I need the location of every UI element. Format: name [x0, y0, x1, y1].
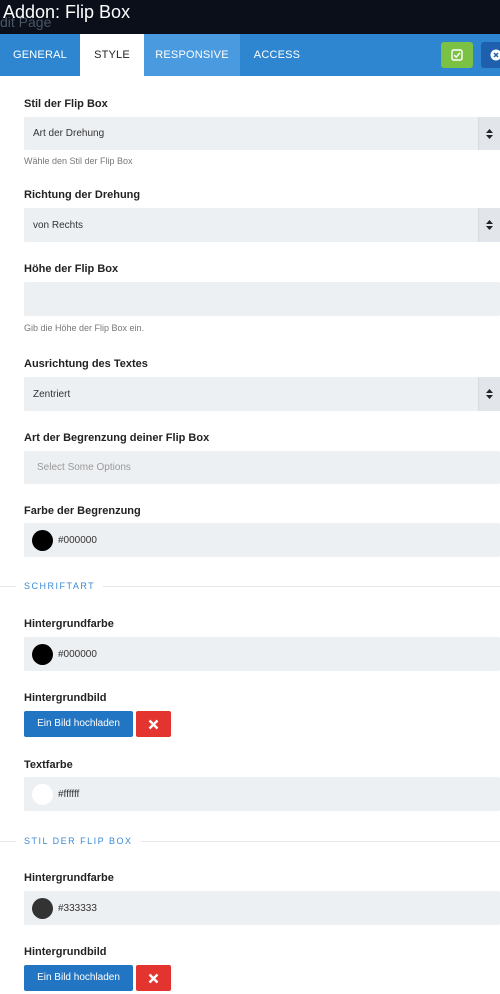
- section-title-back: STIL DER FLIP BOX: [24, 836, 141, 846]
- front-text-color-swatch[interactable]: [32, 783, 53, 805]
- sort-arrows-icon: [478, 117, 500, 150]
- sort-arrows-icon: [478, 208, 500, 242]
- modal-title: Addon: Flip Box: [3, 2, 131, 22]
- back-remove-image-button[interactable]: [136, 965, 171, 991]
- border-color-swatch[interactable]: [32, 529, 53, 551]
- flipbox-height-help: Gib die Höhe der Flip Box ein.: [24, 323, 145, 333]
- back-bg-color-label: Hintergrundfarbe: [24, 872, 114, 884]
- front-bg-color-picker[interactable]: #000000: [24, 637, 500, 671]
- section-title-front: SCHRIFTART: [24, 581, 104, 591]
- back-bg-color-picker[interactable]: #333333: [24, 891, 500, 925]
- front-upload-button[interactable]: Ein Bild hochladen: [24, 711, 133, 737]
- border-color-label: Farbe der Begrenzung: [24, 505, 141, 517]
- tab-bar: General Style Responsive Access: [0, 34, 500, 76]
- front-bg-color-swatch[interactable]: [32, 643, 53, 665]
- flipbox-style-select[interactable]: Art der Drehung: [24, 117, 500, 150]
- close-icon: [490, 49, 500, 61]
- border-type-placeholder: Select Some Options: [37, 462, 131, 473]
- border-color-value: #000000: [58, 534, 97, 546]
- rotate-direction-select[interactable]: von Rechts: [24, 208, 500, 242]
- border-color-picker[interactable]: #000000: [24, 523, 500, 557]
- flipbox-style-value: Art der Drehung: [33, 128, 105, 139]
- check-square-icon: [451, 49, 463, 61]
- tab-style[interactable]: Style: [80, 34, 144, 76]
- section-divider: [0, 841, 16, 842]
- back-upload-button[interactable]: Ein Bild hochladen: [24, 965, 133, 991]
- flipbox-height-input[interactable]: [24, 282, 500, 316]
- border-type-label: Art der Begrenzung deiner Flip Box: [24, 432, 210, 444]
- text-align-value: Zentriert: [33, 388, 71, 400]
- front-remove-image-button[interactable]: [136, 711, 171, 737]
- flipbox-style-help: Wähle den Stil der Flip Box: [24, 156, 133, 166]
- front-bg-image-label: Hintergrundbild: [24, 692, 107, 704]
- section-divider: [0, 586, 16, 587]
- border-type-multiselect[interactable]: Select Some Options: [24, 451, 500, 484]
- text-align-select[interactable]: Zentriert: [24, 377, 500, 411]
- sort-arrows-icon: [478, 377, 500, 411]
- back-bg-image-label: Hintergrundbild: [24, 946, 107, 958]
- text-align-label: Ausrichtung des Textes: [24, 358, 148, 370]
- rotate-direction-value: von Rechts: [33, 219, 84, 231]
- tab-responsive[interactable]: Responsive: [144, 34, 240, 76]
- tab-access[interactable]: Access: [240, 34, 314, 76]
- times-icon: [148, 973, 159, 983]
- front-text-color-label: Textfarbe: [24, 759, 73, 771]
- tab-general[interactable]: General: [0, 34, 80, 76]
- close-button[interactable]: [481, 42, 500, 68]
- flipbox-style-label: Stil der Flip Box: [24, 98, 108, 110]
- back-bg-color-value: #333333: [58, 902, 97, 914]
- times-icon: [148, 719, 159, 729]
- front-bg-color-value: #000000: [58, 648, 97, 660]
- back-bg-color-swatch[interactable]: [32, 897, 53, 919]
- save-button[interactable]: [441, 42, 473, 68]
- front-text-color-picker[interactable]: #ffffff: [24, 777, 500, 811]
- flipbox-height-label: Höhe der Flip Box: [24, 263, 119, 275]
- modal-header: dit Page Addon: Flip Box: [0, 0, 500, 34]
- rotate-direction-label: Richtung der Drehung: [24, 189, 141, 201]
- front-bg-color-label: Hintergrundfarbe: [24, 618, 114, 630]
- front-text-color-value: #ffffff: [58, 788, 80, 800]
